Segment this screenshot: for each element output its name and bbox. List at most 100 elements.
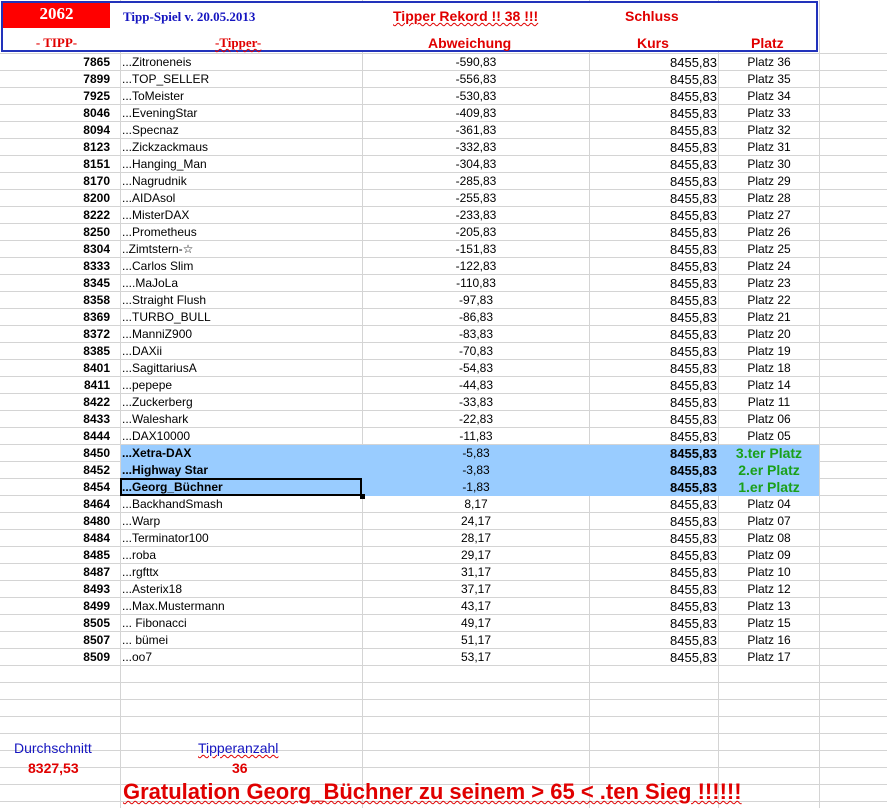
tipper-cell[interactable]: ...SagittariusA (122, 360, 362, 377)
tipper-cell[interactable]: ..Zimtstern-☆ (122, 241, 362, 258)
abweichung-cell[interactable]: 24,17 (364, 513, 588, 530)
kurs-cell[interactable]: 8455,83 (590, 547, 717, 564)
kurs-cell[interactable]: 8455,83 (590, 428, 717, 445)
tipp-cell[interactable]: 7899 (2, 71, 110, 88)
abweichung-cell[interactable]: 31,17 (364, 564, 588, 581)
platz-cell[interactable]: Platz 23 (719, 275, 819, 292)
schluss-label[interactable]: Schluss (625, 8, 679, 24)
tipper-cell[interactable]: ...Carlos Slim (122, 258, 362, 275)
platz-cell[interactable]: Platz 17 (719, 649, 819, 666)
tipper-cell[interactable]: ...Xetra-DAX (122, 445, 362, 462)
abweichung-cell[interactable]: 43,17 (364, 598, 588, 615)
platz-cell[interactable]: Platz 21 (719, 309, 819, 326)
tipp-cell[interactable]: 8450 (2, 445, 110, 462)
abweichung-cell[interactable]: -33,83 (364, 394, 588, 411)
col-header-tipp[interactable]: - TIPP- (3, 35, 110, 51)
tipper-cell[interactable]: ...Straight Flush (122, 292, 362, 309)
abweichung-cell[interactable]: -83,83 (364, 326, 588, 343)
tipper-cell[interactable]: ...Nagrudnik (122, 173, 362, 190)
tipper-cell[interactable]: ...DAXii (122, 343, 362, 360)
abweichung-cell[interactable]: -5,83 (364, 445, 588, 462)
abweichung-cell[interactable]: -122,83 (364, 258, 588, 275)
platz-cell[interactable]: Platz 11 (719, 394, 819, 411)
tipper-cell[interactable]: ...roba (122, 547, 362, 564)
tipp-cell[interactable]: 8369 (2, 309, 110, 326)
tipper-cell[interactable]: ... bümei (122, 632, 362, 649)
tipper-cell[interactable]: ...EveningStar (122, 105, 362, 122)
platz-cell[interactable]: Platz 20 (719, 326, 819, 343)
tipp-cell[interactable]: 8422 (2, 394, 110, 411)
platz-cell[interactable]: Platz 32 (719, 122, 819, 139)
abweichung-cell[interactable]: 8,17 (364, 496, 588, 513)
tipp-cell[interactable]: 8433 (2, 411, 110, 428)
kurs-cell[interactable]: 8455,83 (590, 292, 717, 309)
tipp-cell[interactable]: 8385 (2, 343, 110, 360)
col-header-abweichung[interactable]: Abweichung (428, 35, 511, 51)
tipp-cell[interactable]: 8480 (2, 513, 110, 530)
tipp-cell[interactable]: 8485 (2, 547, 110, 564)
kurs-cell[interactable]: 8455,83 (590, 105, 717, 122)
platz-cell[interactable]: Platz 14 (719, 377, 819, 394)
platz-cell[interactable]: Platz 13 (719, 598, 819, 615)
abweichung-cell[interactable]: -54,83 (364, 360, 588, 377)
tipper-cell[interactable]: ...rgfttx (122, 564, 362, 581)
kurs-cell[interactable]: 8455,83 (590, 122, 717, 139)
tipper-cell[interactable]: ...Warp (122, 513, 362, 530)
platz-cell[interactable]: 1.er Platz (719, 479, 819, 496)
platz-cell[interactable]: Platz 28 (719, 190, 819, 207)
tipp-cell[interactable]: 8358 (2, 292, 110, 309)
kurs-cell[interactable]: 8455,83 (590, 190, 717, 207)
tipp-cell[interactable]: 8464 (2, 496, 110, 513)
tipp-cell[interactable]: 8250 (2, 224, 110, 241)
kurs-cell[interactable]: 8455,83 (590, 156, 717, 173)
tipp-cell[interactable]: 8170 (2, 173, 110, 190)
kurs-cell[interactable]: 8455,83 (590, 632, 717, 649)
platz-cell[interactable]: Platz 04 (719, 496, 819, 513)
col-header-kurs[interactable]: Kurs (637, 35, 669, 51)
tipper-cell[interactable]: ...TURBO_BULL (122, 309, 362, 326)
platz-cell[interactable]: 3.ter Platz (719, 445, 819, 462)
platz-cell[interactable]: Platz 12 (719, 581, 819, 598)
kurs-cell[interactable]: 8455,83 (590, 445, 717, 462)
kurs-cell[interactable]: 8455,83 (590, 513, 717, 530)
tipper-cell[interactable]: ...MisterDAX (122, 207, 362, 224)
tipp-cell[interactable]: 8200 (2, 190, 110, 207)
kurs-cell[interactable]: 8455,83 (590, 530, 717, 547)
abweichung-cell[interactable]: 37,17 (364, 581, 588, 598)
tipper-cell[interactable]: ...Terminator100 (122, 530, 362, 547)
abweichung-cell[interactable]: 49,17 (364, 615, 588, 632)
kurs-cell[interactable]: 8455,83 (590, 598, 717, 615)
tipp-cell[interactable]: 8345 (2, 275, 110, 292)
platz-cell[interactable]: Platz 15 (719, 615, 819, 632)
kurs-cell[interactable]: 8455,83 (590, 54, 717, 71)
platz-cell[interactable]: Platz 08 (719, 530, 819, 547)
abweichung-cell[interactable]: -44,83 (364, 377, 588, 394)
tipper-cell[interactable]: ...Asterix18 (122, 581, 362, 598)
kurs-cell[interactable]: 8455,83 (590, 241, 717, 258)
tipp-cell[interactable]: 8372 (2, 326, 110, 343)
abweichung-cell[interactable]: -97,83 (364, 292, 588, 309)
kurs-cell[interactable]: 8455,83 (590, 343, 717, 360)
tipper-cell[interactable]: ...Prometheus (122, 224, 362, 241)
kurs-cell[interactable]: 8455,83 (590, 275, 717, 292)
kurs-cell[interactable]: 8455,83 (590, 394, 717, 411)
platz-cell[interactable]: 2.er Platz (719, 462, 819, 479)
kurs-cell[interactable]: 8455,83 (590, 258, 717, 275)
kurs-cell[interactable]: 8455,83 (590, 173, 717, 190)
tipp-cell[interactable]: 8452 (2, 462, 110, 479)
abweichung-cell[interactable]: -110,83 (364, 275, 588, 292)
abweichung-cell[interactable]: -22,83 (364, 411, 588, 428)
platz-cell[interactable]: Platz 18 (719, 360, 819, 377)
tipp-cell[interactable]: 8333 (2, 258, 110, 275)
abweichung-cell[interactable]: 53,17 (364, 649, 588, 666)
tipper-cell[interactable]: ...Zuckerberg (122, 394, 362, 411)
kurs-cell[interactable]: 8455,83 (590, 326, 717, 343)
tipper-cell[interactable]: ...Max.Mustermann (122, 598, 362, 615)
tipper-cell[interactable]: ...Waleshark (122, 411, 362, 428)
abweichung-cell[interactable]: -590,83 (364, 54, 588, 71)
tipp-cell[interactable]: 7925 (2, 88, 110, 105)
tipper-cell[interactable]: ...TOP_SELLER (122, 71, 362, 88)
platz-cell[interactable]: Platz 34 (719, 88, 819, 105)
tipper-cell[interactable]: ...Hanging_Man (122, 156, 362, 173)
tipper-rekord[interactable]: Tipper Rekord !! 38 !!! (393, 8, 538, 24)
